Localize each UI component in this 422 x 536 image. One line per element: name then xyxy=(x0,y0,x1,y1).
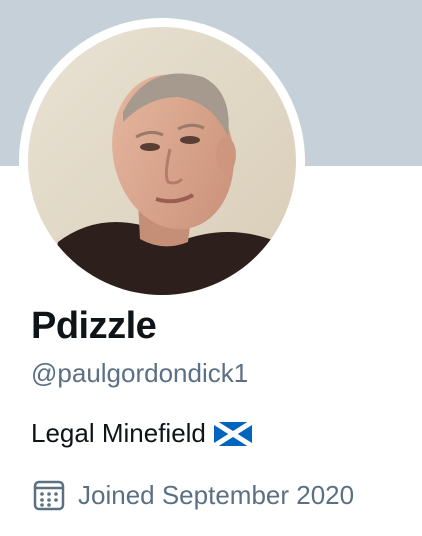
profile-bio: Legal Minefield xyxy=(31,418,252,449)
avatar-photo xyxy=(28,27,296,295)
joined-date: Joined September 2020 xyxy=(33,479,354,511)
avatar[interactable] xyxy=(28,27,296,295)
scotland-flag-icon xyxy=(213,421,252,446)
display-name: Pdizzle xyxy=(31,305,157,347)
username-handle: @paulgordondick1 xyxy=(31,358,249,388)
joined-date-text: Joined September 2020 xyxy=(78,479,355,510)
bio-text: Legal Minefield xyxy=(31,418,206,448)
calendar-icon xyxy=(33,480,65,511)
